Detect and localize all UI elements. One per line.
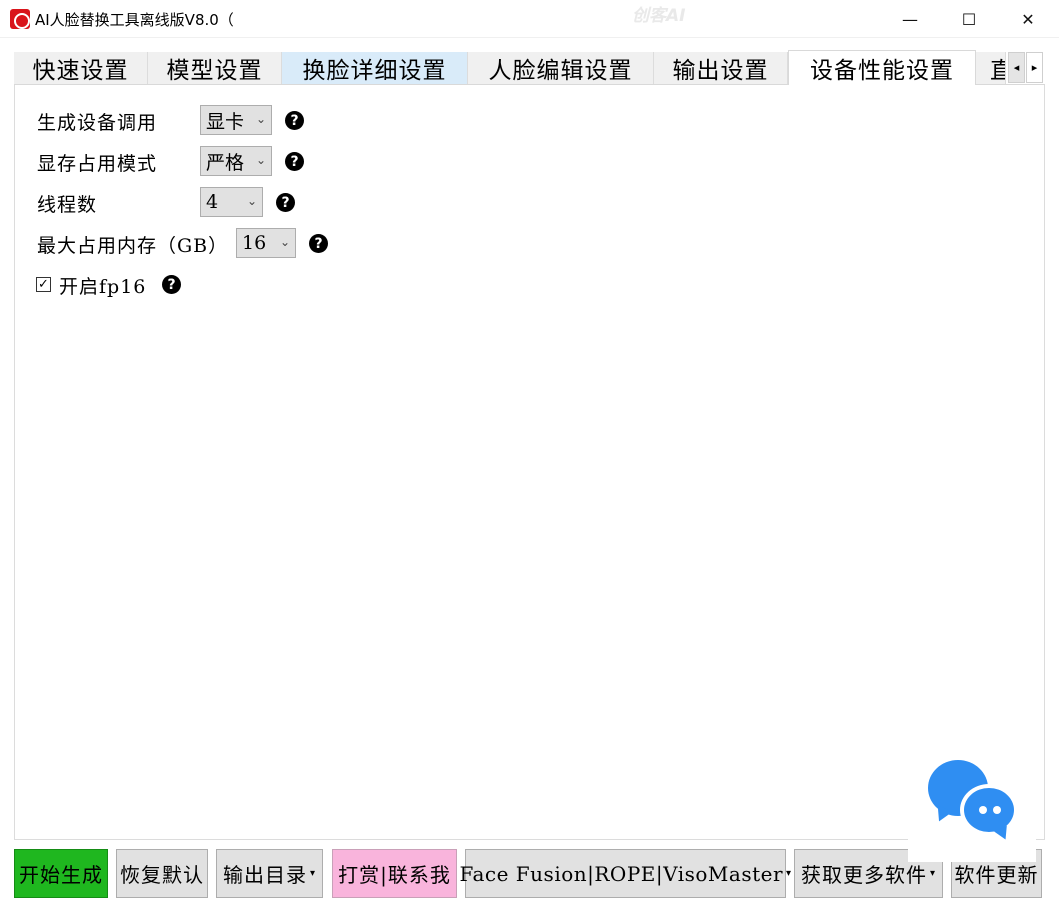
app-logo-icon (10, 9, 30, 29)
window-title: AI人脸替换工具离线版V8.0（ (35, 11, 234, 29)
tab-device-performance-settings[interactable]: 设备性能设置 (788, 50, 976, 85)
max-memory-select[interactable]: 16 ⌄ (236, 228, 296, 258)
start-button[interactable]: 开始生成 (14, 849, 108, 898)
close-icon: ✕ (1021, 9, 1035, 29)
chat-dot (993, 806, 1001, 814)
tab-face-edit-settings[interactable]: 人脸编辑设置 (468, 52, 654, 84)
tab-bar: 快速设置 模型设置 换脸详细设置 人脸编辑设置 输出设置 设备性能设置 直 (14, 50, 1045, 85)
more-software-label: 获取更多软件 (800, 863, 927, 887)
help-icon[interactable]: ? (285, 111, 304, 130)
max-memory-label: 最大占用内存（GB） (37, 235, 229, 257)
minimize-button[interactable]: — (883, 0, 937, 38)
threads-label: 线程数 (37, 194, 98, 216)
fp16-label: 开启fp16 (59, 276, 147, 298)
caret-down-icon: ▾ (309, 868, 317, 879)
output-dir-button[interactable]: 输出目录 ▾ (216, 849, 323, 898)
chat-bubble-icon (960, 784, 1018, 836)
help-icon[interactable]: ? (276, 193, 295, 212)
chevron-down-icon: ⌄ (279, 235, 290, 249)
device-select[interactable]: 显卡 ⌄ (200, 105, 272, 135)
chevron-down-icon: ⌄ (255, 153, 266, 167)
output-dir-label: 输出目录 (222, 863, 307, 887)
caret-down-icon: ▾ (786, 868, 792, 879)
tab-scroll-left-button[interactable]: ◂ (1008, 52, 1025, 83)
tab-scroll-right-button[interactable]: ▸ (1026, 52, 1043, 83)
threads-select-value: 4 (206, 191, 219, 213)
settings-panel (14, 85, 1045, 840)
maximize-button[interactable]: ☐ (942, 0, 996, 38)
restore-default-button[interactable]: 恢复默认 (116, 849, 208, 898)
max-memory-select-value: 16 (242, 232, 267, 254)
chat-dot (979, 806, 987, 814)
close-button[interactable]: ✕ (1001, 0, 1055, 38)
threads-select[interactable]: 4 ⌄ (200, 187, 263, 217)
device-label: 生成设备调用 (37, 112, 158, 134)
tab-partial[interactable]: 直 (976, 52, 1006, 84)
help-icon[interactable]: ? (162, 275, 181, 294)
vram-mode-select-value: 严格 (206, 151, 245, 174)
vram-mode-label: 显存占用模式 (37, 153, 158, 175)
donate-contact-button[interactable]: 打赏|联系我 (332, 849, 457, 898)
help-icon[interactable]: ? (309, 234, 328, 253)
chevron-right-icon: ▸ (1031, 61, 1038, 74)
device-select-value: 显卡 (206, 110, 245, 133)
title-bar: AI人脸替换工具离线版V8.0（ 创客AI — ☐ ✕ (0, 0, 1059, 38)
chevron-down-icon: ⌄ (246, 194, 257, 208)
maximize-icon: ☐ (961, 9, 977, 29)
face-fusion-menu-button[interactable]: Face Fusion|ROPE|VisoMaster ▾ (459, 849, 791, 898)
chat-widget[interactable] (908, 740, 1036, 862)
minimize-icon: — (902, 9, 918, 29)
watermark: 创客AI (632, 6, 686, 26)
tab-quick-settings[interactable]: 快速设置 (14, 52, 148, 84)
tab-model-settings[interactable]: 模型设置 (148, 52, 282, 84)
tab-faceswap-detail-settings[interactable]: 换脸详细设置 (282, 52, 468, 84)
face-fusion-label: Face Fusion|ROPE|VisoMaster (459, 861, 784, 886)
chevron-down-icon: ⌄ (255, 112, 266, 126)
chevron-left-icon: ◂ (1013, 61, 1020, 74)
tab-output-settings[interactable]: 输出设置 (654, 52, 788, 84)
caret-down-icon: ▾ (929, 868, 937, 879)
help-icon[interactable]: ? (285, 152, 304, 171)
vram-mode-select[interactable]: 严格 ⌄ (200, 146, 272, 176)
fp16-checkbox[interactable]: ✓ (36, 277, 51, 292)
